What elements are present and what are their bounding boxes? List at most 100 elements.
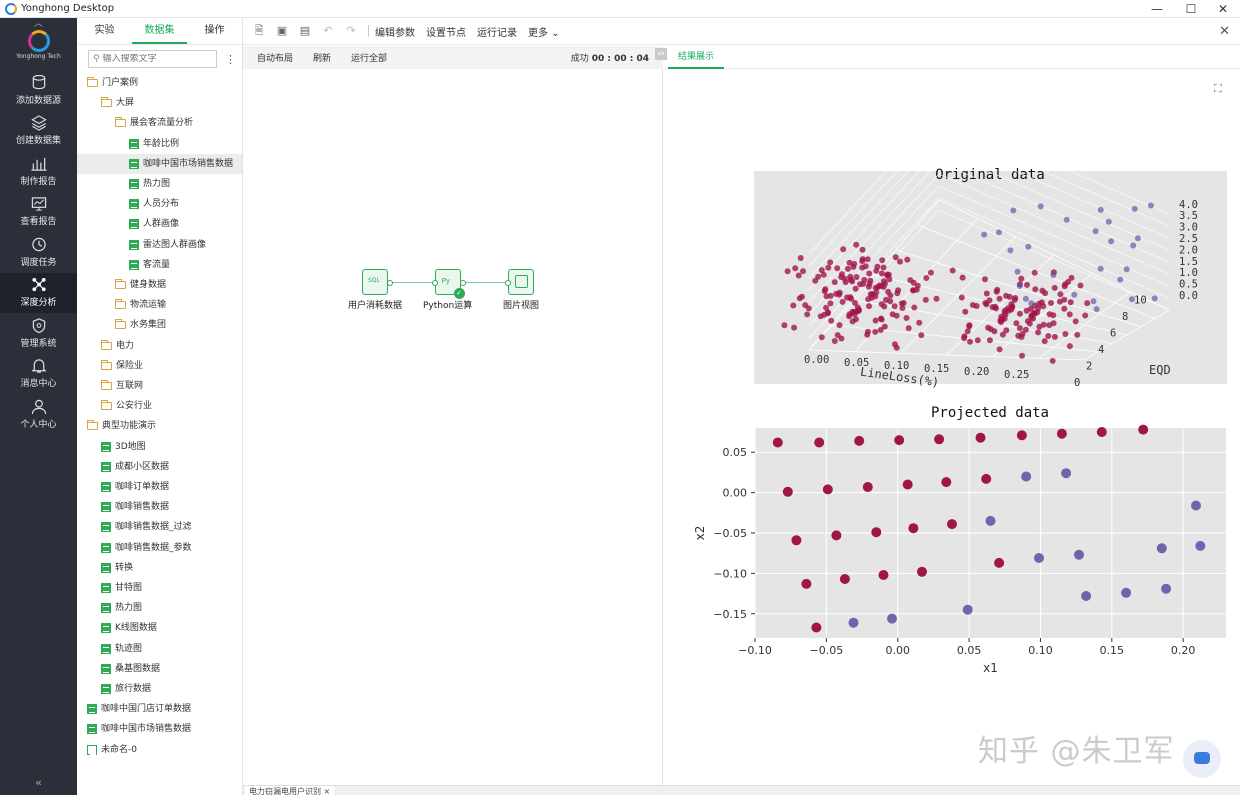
tree-item[interactable]: 客流量 <box>77 255 242 275</box>
tree-item[interactable]: 咖啡销售数据_过滤 <box>77 517 242 537</box>
tree-item[interactable]: 雷达图人群画像 <box>77 235 242 255</box>
sidebar-item-6[interactable]: 深度分析 <box>0 272 77 313</box>
redo-icon[interactable]: ↷ <box>344 24 358 38</box>
flow-canvas[interactable]: SQL 用户消耗数据 Py ✓ Python运算 图片视图 <box>243 69 663 785</box>
run-all-button[interactable]: 运行全部 <box>351 51 387 64</box>
fullscreen-icon[interactable]: ⛶ <box>1214 82 1222 96</box>
tab-result-display[interactable]: 结果展示 <box>668 46 725 69</box>
tree-item-label: 热力图 <box>115 603 143 614</box>
tree-item[interactable]: 健身数据 <box>77 275 242 295</box>
undo-icon[interactable]: ↶ <box>321 24 335 38</box>
maximize-button[interactable]: ☐ <box>1174 0 1208 18</box>
x-tick-label: 0.20 <box>964 366 989 378</box>
tree-item[interactable]: 物流运输 <box>77 295 242 315</box>
dataset-icon <box>87 744 97 755</box>
node-python[interactable]: Py ✓ Python运算 <box>423 269 472 311</box>
tree-item[interactable]: K线图数据 <box>77 618 242 638</box>
tree-item[interactable]: 保险业 <box>77 356 242 376</box>
search-input[interactable] <box>102 54 213 64</box>
minimize-button[interactable]: — <box>1140 0 1174 18</box>
node-image-view[interactable]: 图片视图 <box>503 269 539 311</box>
scatter3d-point <box>1022 295 1029 302</box>
more-options-icon[interactable]: ⋮ <box>225 53 236 66</box>
scatter3d-point <box>881 323 888 330</box>
tree-item[interactable]: 热力图 <box>77 598 242 618</box>
auto-layout-button[interactable]: 自动布局 <box>257 51 293 64</box>
tree-item[interactable]: 转换 <box>77 558 242 578</box>
tab-experiment[interactable]: 实验 <box>77 18 132 44</box>
save-icon[interactable]: ▣ <box>275 24 289 38</box>
scatter3d-point <box>1066 343 1073 350</box>
tab-operation[interactable]: 操作 <box>187 18 242 44</box>
scatter3d-point <box>1147 202 1154 209</box>
tree-item[interactable]: 公安行业 <box>77 396 242 416</box>
sidebar-item-5[interactable]: 调度任务 <box>0 232 77 273</box>
tree-item[interactable]: 互联网 <box>77 376 242 396</box>
toolbar-divider <box>368 25 369 37</box>
chevron-up-icon[interactable]: ︿ <box>34 18 43 30</box>
input-port[interactable] <box>431 280 438 286</box>
scatter-point <box>962 604 973 615</box>
tree-item[interactable]: 人群画像 <box>77 214 242 234</box>
new-file-icon[interactable]: 🗎 <box>252 24 266 38</box>
tree-item[interactable]: 咖啡中国市场销售数据 <box>77 719 242 739</box>
scatter-point <box>975 432 986 443</box>
tree-item[interactable]: 门户案例 <box>77 73 242 93</box>
scatter-point <box>878 570 889 580</box>
more-button[interactable]: 更多 ⌄ <box>528 24 560 39</box>
close-window-button[interactable]: ✕ <box>1206 0 1240 18</box>
scatter3d-point <box>907 277 914 284</box>
tree-item[interactable]: 展会客流量分析 <box>77 113 242 133</box>
tree-item[interactable]: 旅行数据 <box>77 679 242 699</box>
tree-item[interactable]: 咖啡销售数据 <box>77 497 242 517</box>
scatter3d-point <box>781 322 788 329</box>
sidebar-item-label: 创建数据集 <box>15 136 61 147</box>
tree-item[interactable]: 甘特图 <box>77 578 242 598</box>
scatter-point <box>894 435 905 446</box>
tree-item[interactable]: 热力图 <box>77 174 242 194</box>
scatter3d-point <box>1019 352 1025 359</box>
sidebar-item-3[interactable]: 制作报告 <box>0 151 77 192</box>
tree-item[interactable]: 水务集团 <box>77 315 242 335</box>
scatter-point <box>941 477 952 488</box>
scatter3d-point <box>974 337 981 344</box>
app-logo-icon <box>5 2 17 15</box>
tree-item[interactable]: 成都小区数据 <box>77 457 242 477</box>
sidebar-collapse-button[interactable]: « <box>0 776 77 789</box>
tree-item[interactable]: 典型功能演示 <box>77 416 242 436</box>
tree-item[interactable]: 轨迹图 <box>77 639 242 659</box>
tree-item[interactable]: 咖啡中国门店订单数据 <box>77 699 242 719</box>
sidebar-item-8[interactable]: 消息中心 <box>0 354 77 395</box>
tree-item[interactable]: 咖啡中国市场销售数据 <box>77 153 242 174</box>
output-port[interactable] <box>459 280 466 286</box>
run-history-button[interactable]: 运行记录 <box>477 24 517 39</box>
scatter3d-point <box>1024 281 1030 288</box>
tree-item[interactable]: 咖啡销售数据_参数 <box>77 538 242 558</box>
sidebar-item-9[interactable]: 个人中心 <box>0 394 77 435</box>
scatter3d-point <box>815 273 822 280</box>
assistant-bot-icon[interactable] <box>1183 740 1221 778</box>
close-icon[interactable]: ✕ <box>1219 24 1230 39</box>
sidebar-item-1[interactable]: 添加数据源 <box>0 70 77 111</box>
set-node-button[interactable]: 设置节点 <box>426 24 466 39</box>
sidebar-item-2[interactable]: 创建数据集 <box>0 111 77 152</box>
tree-item-label: 典型功能演示 <box>102 421 157 432</box>
tab-dataset[interactable]: 数据集 <box>132 18 187 44</box>
edit-params-button[interactable]: 编辑参数 <box>375 24 415 39</box>
tree-item[interactable]: 3D地图 <box>77 437 242 457</box>
output-port[interactable] <box>387 280 393 286</box>
tree-item[interactable]: 大屏 <box>77 93 242 113</box>
node-sql-source[interactable]: SQL 用户消耗数据 <box>348 269 402 311</box>
folder-icon <box>101 380 112 390</box>
tree-item[interactable]: 未命名-0 <box>77 740 242 760</box>
tree-item[interactable]: 电力 <box>77 336 242 356</box>
input-port[interactable] <box>505 280 511 286</box>
tree-item[interactable]: 人员分布 <box>77 194 242 214</box>
refresh-button[interactable]: 刷新 <box>313 51 331 64</box>
save-as-icon[interactable]: ▤ <box>298 24 312 38</box>
sidebar-item-7[interactable]: 管理系统 <box>0 313 77 354</box>
sidebar-item-4[interactable]: 查看报告 <box>0 192 77 233</box>
tree-item[interactable]: 年龄比例 <box>77 134 242 154</box>
tree-item[interactable]: 咖啡订单数据 <box>77 477 242 497</box>
tree-item[interactable]: 桑基图数据 <box>77 659 242 679</box>
